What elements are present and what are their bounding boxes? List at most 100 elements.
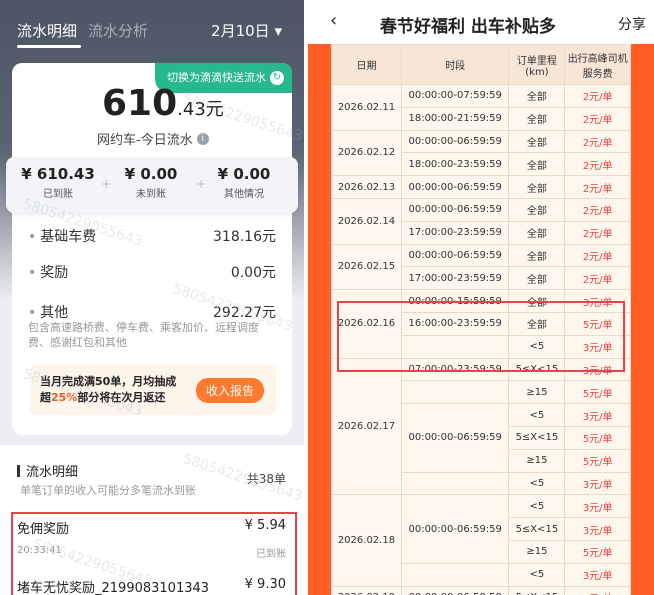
mileage-cell: <5 — [508, 403, 566, 427]
tab-income-detail[interactable]: 流水明细 — [17, 20, 77, 41]
share-button[interactable]: 分享 — [618, 14, 646, 34]
fee-cell: 3元/单 — [564, 562, 631, 587]
summary-bar: ¥ 610.43 已到账 + ¥ 0.00 未到账 + ¥ 0.00 其他情况 — [6, 157, 298, 213]
subtitle: 网约车-今日流水 i — [97, 129, 209, 148]
table-row: 2026.02.13 00:00:00-06:59:59 全部 2元/单 — [331, 175, 631, 199]
mileage-cell: ≥15 — [508, 380, 566, 405]
table-row: 2026.02.1900:00:00-06:59:595≤X<153元/单 — [331, 585, 631, 595]
table-row: 2026.02.12 00:00:00-06:59:59 全部 2元/单 — [331, 129, 631, 177]
mileage-cell: <5 — [508, 471, 566, 496]
list-item-name[interactable]: 免佣奖励 — [17, 518, 69, 537]
mileage-cell: 全部 — [508, 197, 566, 222]
date-cell: 2026.02.12 — [331, 129, 402, 177]
list-item-name[interactable]: 堵车无忧奖励_2199083101343 — [17, 577, 209, 595]
period-cell: 17:00:00-23:59:59 — [400, 266, 510, 291]
period-cell: 18:00:00-21:59:59 — [400, 106, 510, 131]
mileage-cell: 5≤X<15 — [508, 585, 566, 595]
summary-received: ¥ 610.43 已到账 — [21, 165, 95, 200]
date-cell: 2026.02.11 — [331, 84, 402, 131]
page-title: 春节好福利 出车补贴多 — [380, 17, 556, 37]
fee-cell: 2元/单 — [564, 197, 631, 222]
fee-cell: 3元/单 — [564, 585, 631, 595]
header-date: 日期 — [331, 44, 402, 85]
date-cell: 2026.02.13 — [331, 175, 402, 199]
table-header-row: 日期 时段 订单里程(km) 出行高峰司机服务费 — [331, 44, 631, 85]
table-row: 2026.02.18 00:00:00-06:59:59 <5 3元/单 — [331, 494, 631, 587]
other-note: 包含高速路桥费、停车费、乘客加价、远程调度费、感谢红包和其他 — [28, 321, 259, 349]
income-report-button[interactable]: 收入报告 — [195, 378, 264, 403]
period-cell — [400, 562, 510, 587]
period-cell: 00:00:00-06:59:59 — [400, 243, 510, 268]
header-period: 时段 — [400, 44, 510, 85]
period-cell — [400, 471, 510, 496]
order-count: 共38单 — [246, 472, 286, 486]
caret-down-icon: ▾ — [274, 22, 282, 40]
subsidy-panel: ‹ 春节好福利 出车补贴多 分享 日期 时段 订单里程(km) 出行高峰司机服务… — [308, 0, 654, 595]
header-mileage: 订单里程(km) — [508, 44, 566, 85]
date-cell: 2026.02.17 — [331, 357, 402, 496]
active-tab-indicator — [17, 45, 81, 48]
mileage-cell: 全部 — [508, 243, 566, 268]
list-item-amount: ¥ 5.94 — [244, 518, 286, 533]
refresh-icon: ↻ — [270, 71, 284, 85]
date-cell: 2026.02.15 — [331, 243, 402, 291]
mileage-cell: 全部 — [508, 106, 566, 131]
fee-cell: 2元/单 — [564, 175, 631, 199]
date-picker[interactable]: 2月10日 ▾ — [211, 20, 282, 41]
tab-income-analysis[interactable]: 流水分析 — [88, 20, 148, 41]
mileage-cell: 5≤X<15 — [508, 425, 566, 450]
list-item-amount: ¥ 9.30 — [244, 577, 286, 592]
income-panel: 流水明细 流水分析 2月10日 ▾ 切换为滴滴快送流水 ↻ 610.43元 网约… — [0, 0, 304, 595]
table-row: 2026.02.15 00:00:00-06:59:59 全部 2元/单 — [331, 243, 631, 291]
date-cell: 2026.02.18 — [331, 494, 402, 587]
period-cell: 00:00:00-06:59:59 — [400, 403, 510, 473]
mileage-cell: ≥15 — [508, 539, 566, 564]
table-row: 2026.02.14 00:00:00-06:59:59 全部 2元/单 — [331, 197, 631, 245]
right-border — [631, 44, 654, 595]
period-cell: 00:00:00-06:59:59 — [400, 129, 510, 154]
fee-cell: 2元/单 — [564, 266, 631, 291]
highlight-box — [337, 301, 625, 372]
mileage-cell: 全部 — [508, 175, 566, 199]
list-item-status: 已到账 — [256, 549, 286, 560]
summary-pending: ¥ 0.00 未到账 — [124, 165, 178, 200]
fee-cell: 5元/单 — [564, 448, 631, 473]
header-fee: 出行高峰司机服务费 — [564, 44, 631, 85]
mileage-cell: 全部 — [508, 84, 566, 108]
period-cell: 00:00:00-06:59:59 — [400, 197, 510, 222]
period-cell: 00:00:00-06:59:59 — [400, 585, 510, 595]
plus-icon: + — [101, 177, 112, 191]
fee-cell: 5元/单 — [564, 539, 631, 564]
mileage-cell: <5 — [508, 494, 566, 519]
fee-cell: 2元/单 — [564, 243, 631, 268]
list-item-time: 20:33:41 — [17, 545, 62, 556]
date-label: 2月10日 — [211, 22, 270, 40]
back-icon[interactable]: ‹ — [330, 10, 337, 31]
period-cell: 18:00:00-23:59:59 — [400, 152, 510, 177]
info-icon[interactable]: i — [196, 132, 209, 145]
row-other: 其他292.27元 — [28, 302, 276, 322]
fee-cell: 3元/单 — [564, 494, 631, 519]
fee-cell: 3元/单 — [564, 471, 631, 496]
mileage-cell: ≥15 — [508, 448, 566, 473]
period-cell: 17:00:00-23:59:59 — [400, 220, 510, 245]
row-base-fare: 基础车费318.16元 — [28, 226, 276, 246]
fee-cell: 3元/单 — [564, 517, 631, 541]
fee-cell: 3元/单 — [564, 403, 631, 427]
list-subtitle: 单笔订单的收入可能分多笔流水到账 — [20, 484, 196, 497]
row-reward: 奖励0.00元 — [28, 262, 276, 282]
table-row: 2026.02.11 00:00:00-07:59:59 全部 2元/单 — [331, 84, 631, 131]
header: ‹ 春节好福利 出车补贴多 分享 — [308, 0, 654, 44]
mileage-cell: <5 — [508, 562, 566, 587]
period-cell: 00:00:00-07:59:59 — [400, 84, 510, 108]
mileage-cell: 全部 — [508, 266, 566, 291]
fee-cell: 2元/单 — [564, 84, 631, 108]
fee-cell: 2元/单 — [564, 106, 631, 131]
date-cell: 2026.02.14 — [331, 197, 402, 245]
promo-text: 当月完成满50单，月均抽成 超25%部分将在次月返还 — [40, 375, 177, 404]
total-amount: 610.43元 — [102, 83, 224, 124]
fee-cell: 2元/单 — [564, 152, 631, 177]
mileage-cell: 全部 — [508, 129, 566, 154]
period-cell: 00:00:00-06:59:59 — [400, 175, 510, 199]
mileage-cell: 全部 — [508, 152, 566, 177]
